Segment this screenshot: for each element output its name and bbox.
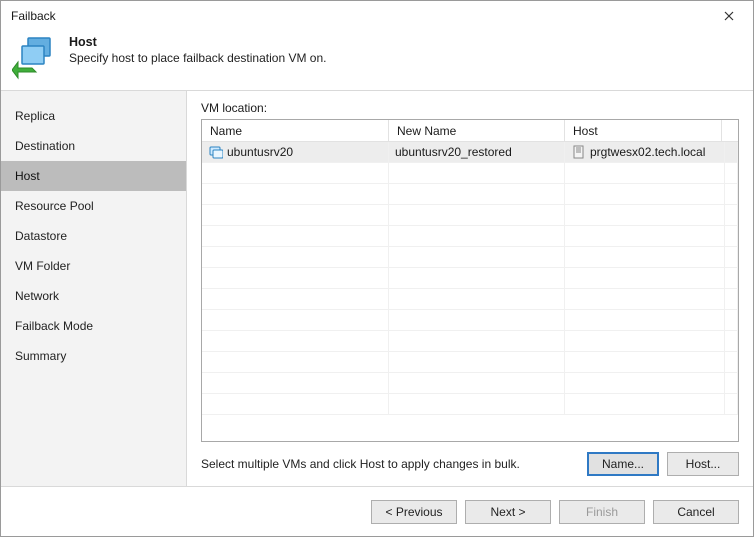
failback-icon xyxy=(11,33,61,83)
failback-wizard-window: Failback Host Specify host to place fail… xyxy=(0,0,754,537)
finish-button: Finish xyxy=(559,500,645,524)
table-row-empty xyxy=(202,163,738,184)
main-panel: VM location: Name New Name Host xyxy=(187,91,753,486)
wizard-steps-sidebar: Replica Destination Host Resource Pool D… xyxy=(1,91,187,486)
page-subtitle: Specify host to place failback destinati… xyxy=(69,51,326,65)
table-row-empty xyxy=(202,289,738,310)
table-header: Name New Name Host xyxy=(202,120,738,142)
window-title: Failback xyxy=(11,9,709,23)
bulk-hint: Select multiple VMs and click Host to ap… xyxy=(201,457,579,471)
table-row-empty xyxy=(202,394,738,415)
sidebar-item-datastore[interactable]: Datastore xyxy=(1,221,186,251)
cell-new-name-text: ubuntusrv20_restored xyxy=(395,145,512,159)
table-row-empty xyxy=(202,184,738,205)
col-header-new-name[interactable]: New Name xyxy=(389,120,565,141)
sidebar-item-host[interactable]: Host xyxy=(1,161,186,191)
sidebar-item-failback-mode[interactable]: Failback Mode xyxy=(1,311,186,341)
next-button[interactable]: Next > xyxy=(465,500,551,524)
name-button[interactable]: Name... xyxy=(587,452,659,476)
close-icon xyxy=(724,11,734,21)
wizard-header: Host Specify host to place failback dest… xyxy=(1,31,753,91)
cell-host-text: prgtwesx02.tech.local xyxy=(590,145,705,159)
table-row-empty xyxy=(202,331,738,352)
cell-name: ubuntusrv20 xyxy=(202,142,389,162)
table-body: ubuntusrv20 ubuntusrv20_restored xyxy=(202,142,738,415)
table-row-empty xyxy=(202,352,738,373)
hint-row: Select multiple VMs and click Host to ap… xyxy=(201,452,739,476)
table-row-empty xyxy=(202,268,738,289)
table-row-empty xyxy=(202,247,738,268)
col-header-end xyxy=(722,120,738,141)
previous-button[interactable]: < Previous xyxy=(371,500,457,524)
col-header-host[interactable]: Host xyxy=(565,120,722,141)
sidebar-item-network[interactable]: Network xyxy=(1,281,186,311)
table-row[interactable]: ubuntusrv20 ubuntusrv20_restored xyxy=(202,142,738,163)
sidebar-item-summary[interactable]: Summary xyxy=(1,341,186,371)
host-button[interactable]: Host... xyxy=(667,452,739,476)
cancel-button[interactable]: Cancel xyxy=(653,500,739,524)
sidebar-item-vm-folder[interactable]: VM Folder xyxy=(1,251,186,281)
cell-name-text: ubuntusrv20 xyxy=(227,145,293,159)
wizard-footer: < Previous Next > Finish Cancel xyxy=(1,486,753,536)
close-button[interactable] xyxy=(709,4,749,28)
vm-location-label: VM location: xyxy=(201,101,739,115)
col-header-name[interactable]: Name xyxy=(202,120,389,141)
table-row-empty xyxy=(202,205,738,226)
sidebar-item-replica[interactable]: Replica xyxy=(1,101,186,131)
page-title: Host xyxy=(69,35,326,49)
host-icon xyxy=(571,145,586,160)
vm-icon xyxy=(208,145,223,160)
wizard-body: Replica Destination Host Resource Pool D… xyxy=(1,91,753,486)
sidebar-item-destination[interactable]: Destination xyxy=(1,131,186,161)
table-row-empty xyxy=(202,373,738,394)
table-row-empty xyxy=(202,310,738,331)
table-row-empty xyxy=(202,226,738,247)
sidebar-item-resource-pool[interactable]: Resource Pool xyxy=(1,191,186,221)
cell-end xyxy=(725,142,738,162)
vm-location-table[interactable]: Name New Name Host xyxy=(201,119,739,442)
cell-new-name: ubuntusrv20_restored xyxy=(389,142,565,162)
cell-host: prgtwesx02.tech.local xyxy=(565,142,725,162)
titlebar: Failback xyxy=(1,1,753,31)
